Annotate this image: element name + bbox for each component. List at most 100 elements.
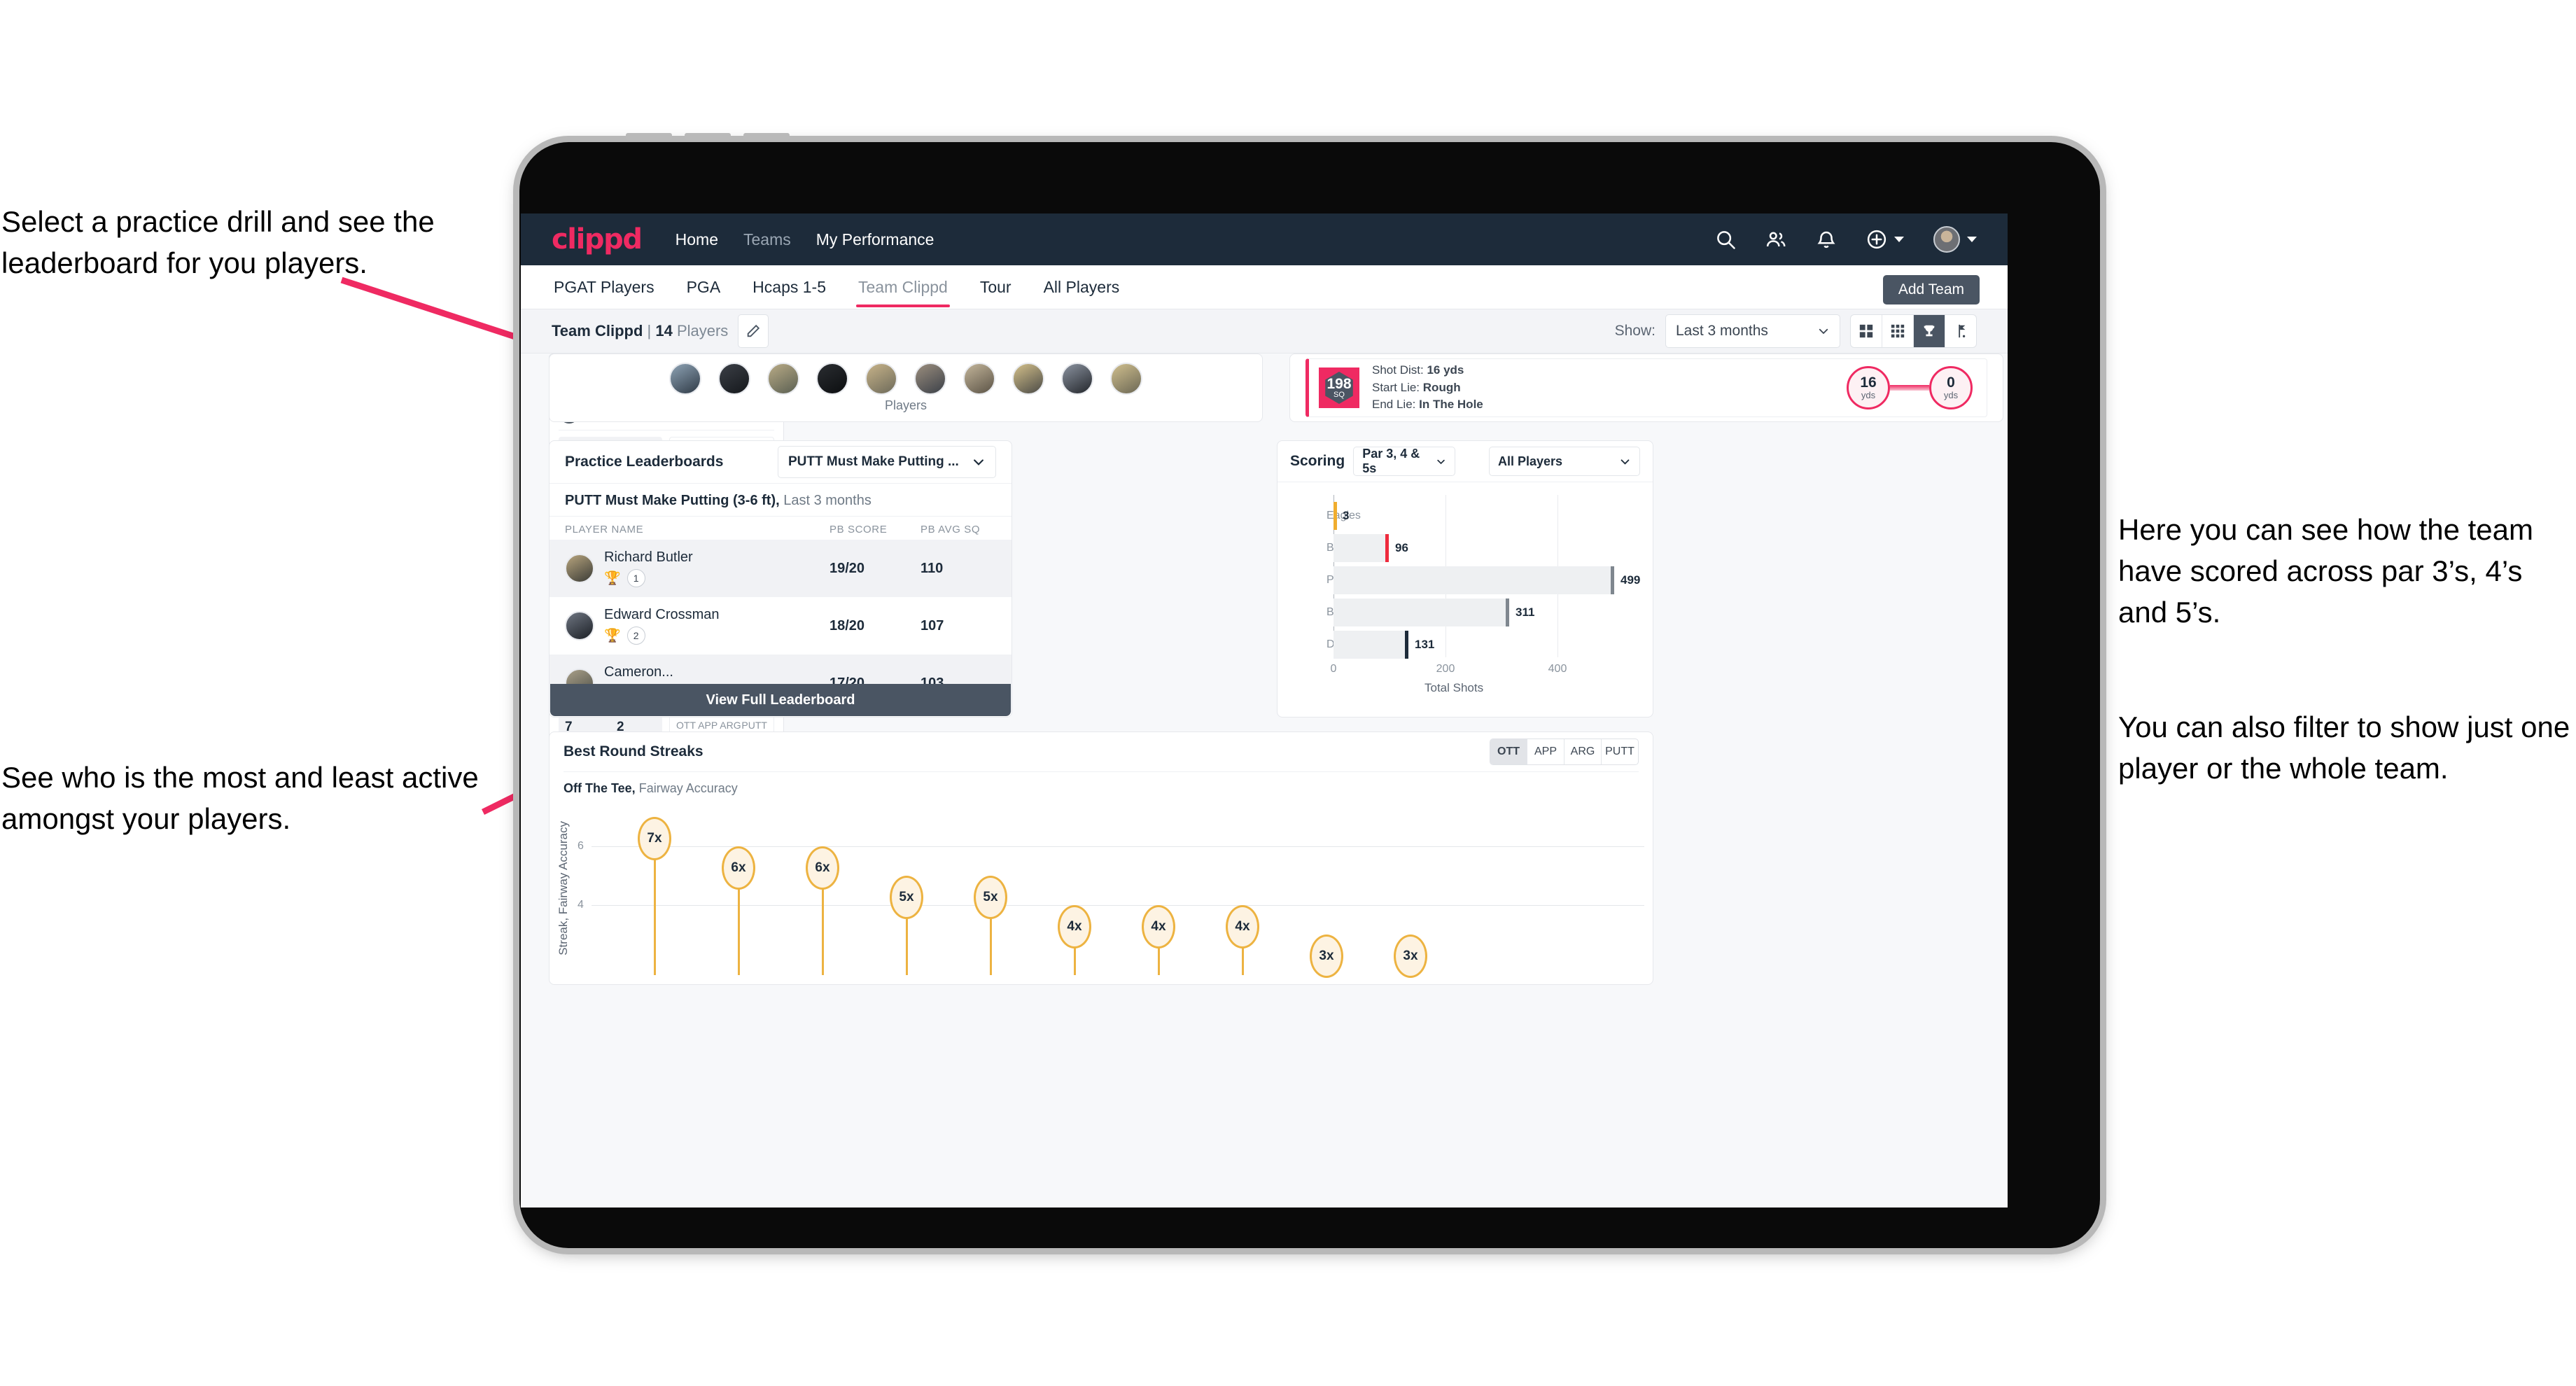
nav-link-my-performance[interactable]: My Performance [816, 230, 934, 249]
lollipop-head[interactable]: 4x [1226, 905, 1259, 948]
player-avatar[interactable] [816, 363, 848, 395]
show-label: Show: [1614, 323, 1656, 339]
player-rank-meta: 🏆 2 [604, 626, 830, 645]
player-avatar[interactable] [1012, 363, 1044, 395]
toggle-arg[interactable]: ARG [1564, 739, 1602, 764]
table-row[interactable]: Richard Butler 🏆 1 19/20 110 [550, 540, 1011, 597]
tab-team-clippd[interactable]: Team Clippd [856, 268, 950, 307]
edit-team-button[interactable] [738, 314, 769, 348]
bar-value-bogeys: 311 [1516, 606, 1535, 619]
start-distance-unit: yds [1861, 390, 1876, 401]
practice-leaderboards-card: Practice Leaderboards PUTT Must Make Put… [549, 440, 1012, 718]
start-lie-value: Rough [1422, 380, 1461, 394]
toggle-app[interactable]: APP [1527, 739, 1564, 764]
chevron-down-icon [974, 459, 983, 465]
avatar-chevron-down-icon[interactable] [1967, 237, 1977, 242]
plus-chevron-down-icon[interactable] [1894, 237, 1904, 242]
top-navigation-bar: clippd Home Teams My Performance [521, 214, 2008, 265]
chevron-down-icon [1819, 328, 1828, 335]
streaks-category-toggle: OTT APP ARG PUTT [1490, 738, 1639, 765]
lollipop-head[interactable]: 4x [1058, 905, 1091, 948]
tab-pgat-players[interactable]: PGAT Players [552, 268, 657, 307]
lollipop-head[interactable]: 4x [1142, 905, 1175, 948]
leaderboard-subtitle: PUTT Must Make Putting (3-6 ft), Last 3 … [550, 484, 1011, 517]
tablet-button-3 [743, 133, 790, 140]
nav-icon-group [1715, 226, 1977, 253]
lollipop-head[interactable]: 5x [890, 876, 923, 919]
player-avatar[interactable] [669, 363, 701, 395]
bar-cap-eagles [1334, 502, 1337, 530]
lollipop-stem [654, 846, 656, 975]
leaderboard-drill-name: PUTT Must Make Putting (3-6 ft), [565, 493, 780, 508]
tab-tour[interactable]: Tour [978, 268, 1014, 307]
toggle-putt[interactable]: PUTT [1602, 739, 1638, 764]
lollipop-head[interactable]: 5x [974, 876, 1007, 919]
bar-cap-birdies [1385, 534, 1389, 562]
player-filter-value: All Players [1498, 454, 1563, 468]
player-avatar[interactable] [914, 363, 946, 395]
hexagon-icon: 198 SQ [1325, 372, 1353, 404]
player-avatar[interactable] [1061, 363, 1093, 395]
toggle-ott[interactable]: OTT [1490, 739, 1527, 764]
player-avatar[interactable] [767, 363, 799, 395]
team-players-word: Players [672, 322, 729, 340]
player-filter-select[interactable]: All Players [1489, 447, 1640, 476]
player-avatar[interactable] [718, 363, 750, 395]
view-full-leaderboard-button[interactable]: View Full Leaderboard [550, 684, 1011, 716]
xtick-0: 0 [1330, 663, 1337, 675]
ytick-6: 6 [578, 840, 584, 852]
show-filter-group: Show: Last 3 months [1615, 314, 1977, 348]
pencil-icon [748, 324, 760, 337]
lollipop-head[interactable]: 6x [806, 846, 839, 890]
lollipop-head[interactable]: 7x [638, 817, 671, 860]
flag-icon[interactable] [1945, 315, 1976, 347]
player-avatar[interactable] [963, 363, 995, 395]
trophy-icon[interactable] [1914, 315, 1945, 347]
table-row[interactable]: Edward Crossman 🏆 2 18/20 107 [550, 597, 1011, 654]
search-icon[interactable] [1715, 229, 1736, 250]
gridline-4 [592, 905, 1644, 906]
grid-2x2-icon[interactable] [1851, 315, 1882, 347]
lollipop-head[interactable]: 3x [1310, 934, 1343, 978]
nav-link-teams[interactable]: Teams [743, 230, 791, 249]
shot-detail-inner: 198 SQ Shot Dist: 16 yds Start Lie: Roug… [1306, 358, 1987, 417]
rank-badge: 2 [626, 626, 645, 645]
avatar[interactable] [1933, 226, 1960, 253]
distance-connector [1890, 385, 1929, 391]
annotation-scoring: Here you can see how the team have score… [2118, 513, 2534, 629]
tab-pga[interactable]: PGA [685, 268, 723, 307]
leaderboard-title: Practice Leaderboards [565, 454, 724, 470]
lollipop-head[interactable]: 3x [1394, 934, 1427, 978]
bell-icon[interactable] [1816, 229, 1837, 250]
shot-dist-line: Shot Dist: 16 yds [1372, 362, 1483, 379]
start-distance-node: 16 yds [1847, 366, 1890, 410]
show-range-select[interactable]: Last 3 months [1665, 314, 1840, 348]
pb-score-value: 19/20 [830, 560, 865, 576]
column-pb-avg-sq: PB AVG SQ [920, 524, 981, 536]
tab-all-players[interactable]: All Players [1042, 268, 1122, 307]
nav-link-home[interactable]: Home [676, 230, 718, 249]
shot-distance-diagram: 16 yds 0 yds [1847, 366, 1973, 410]
drill-select[interactable]: PUTT Must Make Putting ... [778, 446, 996, 478]
player-avatar[interactable] [865, 363, 897, 395]
tab-hcaps-1-5[interactable]: Hcaps 1-5 [750, 268, 828, 307]
ytick-4: 4 [578, 899, 584, 911]
leaderboard-period: Last 3 months [783, 493, 872, 508]
add-team-button[interactable]: Add Team [1882, 275, 1980, 304]
shot-dist-label: Shot Dist: [1372, 363, 1424, 377]
app-screen: clippd Home Teams My Performance PGAT Pl… [521, 214, 2008, 1208]
par-filter-select[interactable]: Par 3, 4 & 5s [1353, 447, 1456, 476]
player-avatar[interactable] [1110, 363, 1142, 395]
bar-cap-double-bogeys [1405, 631, 1408, 659]
player-rank-meta: 🏆 1 [604, 569, 830, 587]
lollipop-head[interactable]: 6x [722, 846, 755, 890]
shot-dist-value: 16 yds [1427, 363, 1464, 377]
team-name-label: Team Clippd | 14 Players [552, 322, 728, 340]
player-avatar [565, 554, 594, 583]
grid-3x3-icon[interactable] [1882, 315, 1914, 347]
plus-circle-icon[interactable] [1866, 229, 1887, 250]
bar-value-pars: 499 [1620, 573, 1641, 587]
people-icon[interactable] [1765, 229, 1786, 250]
start-distance-value: 16 [1860, 374, 1877, 391]
clippd-logo[interactable]: clippd [552, 223, 643, 255]
